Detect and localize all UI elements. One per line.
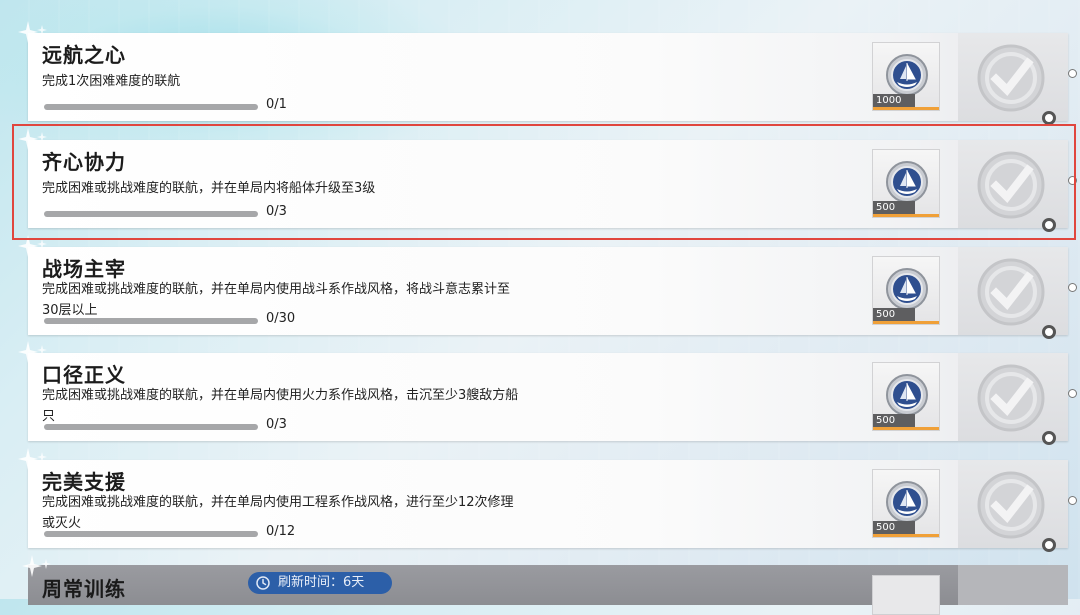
reward-item[interactable]: 1000	[872, 42, 940, 111]
side-indicator	[1068, 389, 1077, 398]
weekly-section-title: 周常训练	[42, 577, 126, 601]
task-title: 远航之心	[42, 43, 126, 67]
ship-coin-icon	[886, 374, 928, 416]
reward-accent-line	[873, 427, 939, 430]
reward-accent-line	[873, 107, 939, 110]
task-title: 完美支援	[42, 470, 126, 494]
progress-bar	[44, 211, 258, 217]
side-indicator	[1068, 69, 1077, 78]
reward-amount: 500	[873, 521, 915, 534]
status-dot	[1042, 111, 1056, 125]
task-description: 完成1次困难难度的联航	[42, 74, 181, 89]
task-description: 完成困难或挑战难度的联航，并在单局内将船体升级至3级	[42, 181, 376, 196]
reward-amount: 500	[873, 201, 915, 214]
task-card[interactable]: 齐心协力 完成困难或挑战难度的联航，并在单局内将船体升级至3级 0/3 500	[18, 128, 1077, 232]
progress-bar	[44, 531, 258, 537]
refresh-timer-badge: 刷新时间：6天	[248, 572, 393, 594]
task-card[interactable]: 战场主宰 完成困难或挑战难度的联航，并在单局内使用战斗系作战风格，将战斗意志累计…	[18, 235, 1077, 339]
reward-accent-line	[873, 321, 939, 324]
reward-item[interactable]: 500	[872, 469, 940, 538]
checkmark-stamp-icon	[977, 471, 1045, 539]
progress-text: 0/12	[266, 524, 296, 539]
progress-text: 0/30	[266, 311, 296, 326]
progress-bar	[44, 424, 258, 430]
weekly-reward-slot[interactable]	[872, 575, 940, 615]
status-dot	[1042, 431, 1056, 445]
weekly-claim-panel	[958, 565, 1068, 605]
ship-coin-icon	[886, 481, 928, 523]
reward-amount: 500	[873, 308, 915, 321]
weekly-section-header: 周常训练 刷新时间：6天	[22, 555, 1068, 615]
checkmark-stamp-icon	[977, 151, 1045, 219]
task-title: 齐心协力	[42, 150, 126, 174]
side-indicator	[1068, 283, 1077, 292]
reward-amount: 1000	[873, 94, 915, 107]
progress-bar	[44, 318, 258, 324]
status-dot	[1042, 325, 1056, 339]
task-title: 战场主宰	[42, 257, 126, 281]
reward-accent-line	[873, 214, 939, 217]
checkmark-stamp-icon	[977, 364, 1045, 432]
ship-coin-icon	[886, 54, 928, 96]
ship-coin-icon	[886, 268, 928, 310]
status-dot	[1042, 538, 1056, 552]
progress-text: 0/3	[266, 417, 287, 432]
task-card[interactable]: 远航之心 完成1次困难难度的联航 0/1 1000	[18, 21, 1077, 125]
reward-item[interactable]: 500	[872, 149, 940, 218]
task-title: 口径正义	[42, 363, 126, 387]
task-card[interactable]: 完美支援 完成困难或挑战难度的联航，并在单局内使用工程系作战风格，进行至少12次…	[18, 448, 1077, 552]
reward-item[interactable]: 500	[872, 362, 940, 431]
progress-bar	[44, 104, 258, 110]
progress-text: 0/3	[266, 204, 287, 219]
progress-text: 0/1	[266, 97, 287, 112]
reward-item[interactable]: 500	[872, 256, 940, 325]
reward-accent-line	[873, 534, 939, 537]
status-dot	[1042, 218, 1056, 232]
ship-coin-icon	[886, 161, 928, 203]
side-indicator	[1068, 176, 1077, 185]
refresh-timer-label: 刷新时间：6天	[278, 575, 365, 590]
task-card[interactable]: 口径正义 完成困难或挑战难度的联航，并在单局内使用火力系作战风格，击沉至少3艘敌…	[18, 341, 1077, 445]
checkmark-stamp-icon	[977, 258, 1045, 326]
side-indicator	[1068, 496, 1077, 505]
clock-icon	[256, 576, 270, 590]
checkmark-stamp-icon	[977, 44, 1045, 112]
reward-amount: 500	[873, 414, 915, 427]
